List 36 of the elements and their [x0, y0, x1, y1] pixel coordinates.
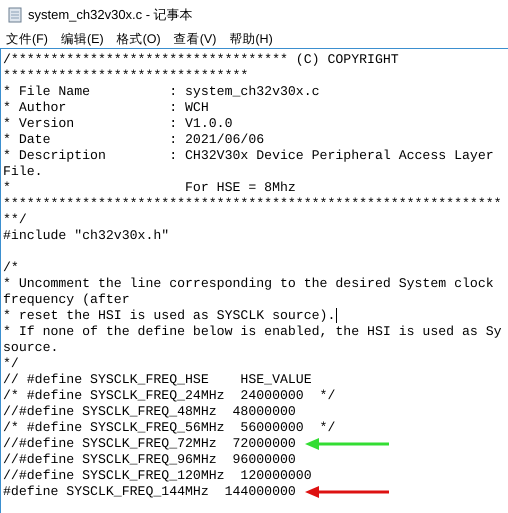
code-line: #define SYSCLK_FREQ_144MHz 144000000	[3, 484, 296, 500]
code-line: **/	[3, 212, 27, 228]
menu-item[interactable]: 查看(V)	[174, 31, 216, 47]
menu-item[interactable]: 文件(F)	[6, 31, 48, 47]
text-area[interactable]	[0, 48, 508, 513]
code-line: //#define SYSCLK_FREQ_120MHz 120000000	[3, 468, 312, 484]
notepad-icon	[8, 7, 22, 23]
code-line: * File Name : system_ch32v30x.c	[3, 84, 320, 100]
code-line: File.	[3, 164, 43, 180]
code-line: //#define SYSCLK_FREQ_72MHz 72000000	[3, 436, 296, 452]
code-line: ***************************************************************	[3, 196, 502, 212]
code-line: */	[3, 356, 19, 372]
code-line: source.	[3, 340, 58, 356]
text-cursor	[336, 308, 338, 323]
code-line: * reset the HSI is used as SYSCLK source).	[3, 308, 336, 324]
code-line: * Description : CH32V30x Device Peripheral Access Layer	[3, 148, 494, 164]
code-line: //#define SYSCLK_FREQ_48MHz 48000000	[3, 404, 296, 420]
code-line: * Date : 2021/06/06	[3, 132, 264, 148]
code-line: *******************************	[3, 68, 248, 84]
code-line: * Uncomment the line corresponding to the desired System clock	[3, 276, 494, 292]
code-line: /* #define SYSCLK_FREQ_56MHz 56000000 */	[3, 420, 336, 436]
code-line: * For HSE = 8Mhz	[3, 180, 296, 196]
code-line: /* #define SYSCLK_FREQ_24MHz 24000000 */	[3, 388, 336, 404]
code-line: /*	[3, 260, 19, 276]
window-title: system_ch32v30x.c - 记事本	[28, 6, 193, 24]
code-line: * Version : V1.0.0	[3, 116, 232, 132]
code-line: /*********************************** (C) COPYRIGHT	[3, 52, 399, 68]
code-line: frequency (after	[3, 292, 130, 308]
code-line: * If none of the define below is enabled, the HSI is used as Sy	[3, 324, 502, 340]
code-line: //#define SYSCLK_FREQ_96MHz 96000000	[3, 452, 296, 468]
menu-item[interactable]: 帮助(H)	[229, 31, 273, 47]
code-line: * Author : WCH	[3, 100, 209, 116]
code-line: // #define SYSCLK_FREQ_HSE HSE_VALUE	[3, 372, 312, 388]
menu-item[interactable]: 编辑(E)	[60, 31, 104, 47]
menu-item[interactable]: 格式(O)	[116, 31, 161, 47]
code-line: #include "ch32v30x.h"	[3, 228, 170, 244]
